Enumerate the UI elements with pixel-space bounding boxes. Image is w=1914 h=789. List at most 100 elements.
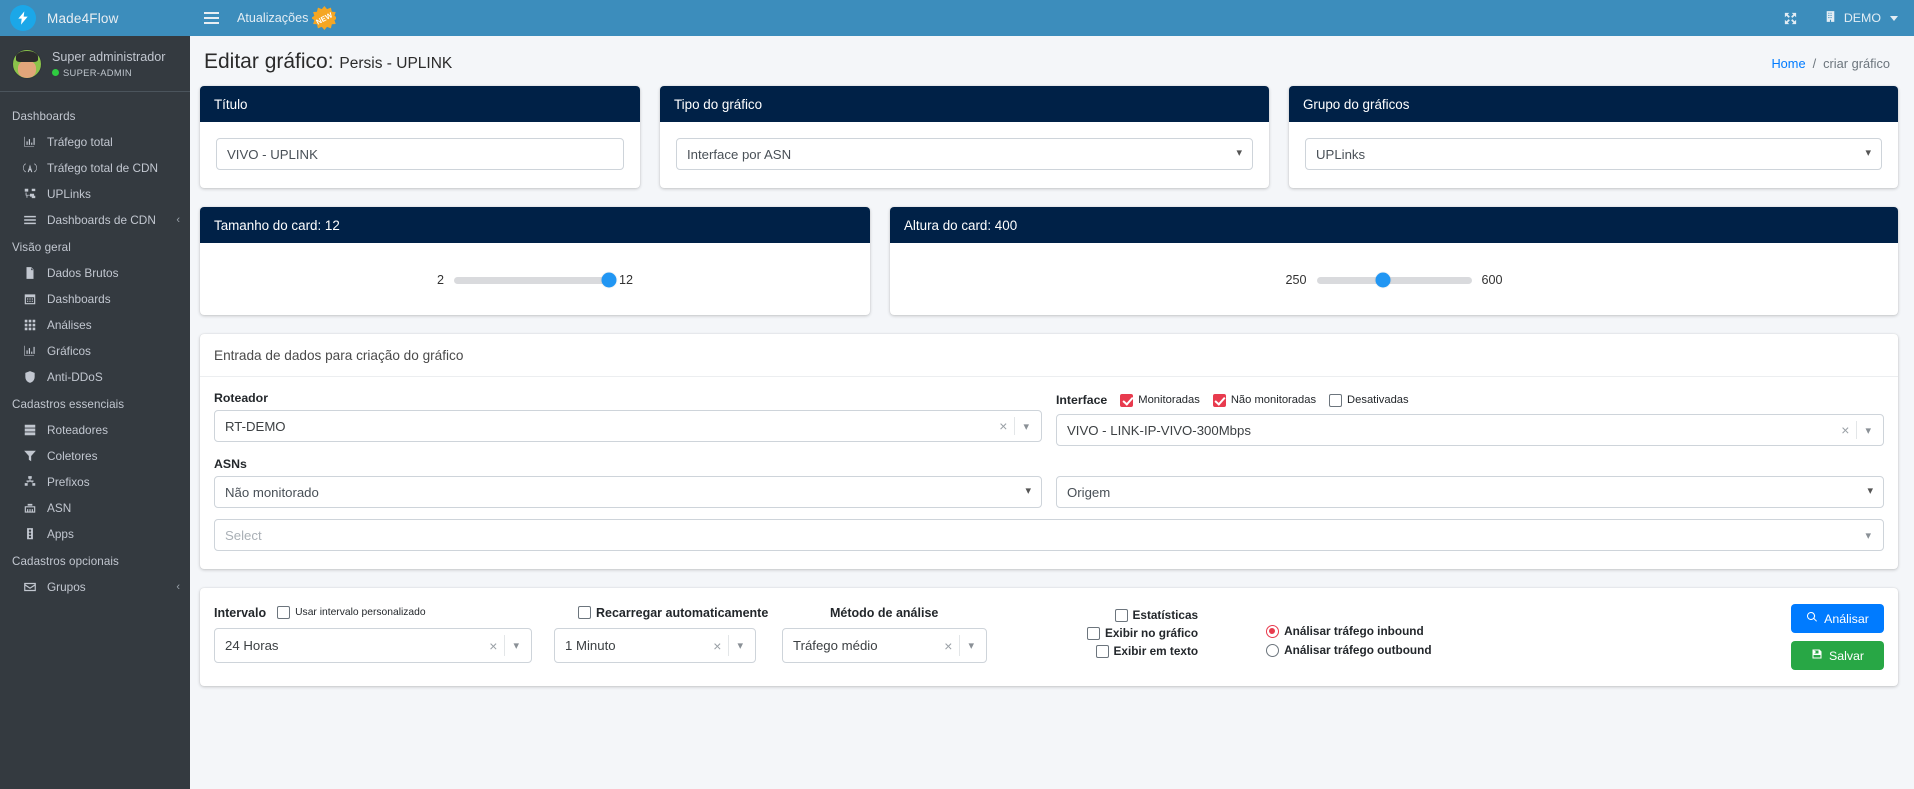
sidebar-item-uplinks[interactable]: UPLinks (0, 181, 190, 207)
chevron-left-icon[interactable]: ‹ (176, 581, 180, 593)
sidebar-item-roteadores[interactable]: Roteadores (0, 417, 190, 443)
altura-slider-knob[interactable] (1375, 272, 1391, 288)
chevron-left-icon[interactable]: ‹ (176, 214, 180, 226)
card-tamanho: Tamanho do card: 12 2 12 (200, 207, 870, 315)
lightning-logo-icon (10, 5, 36, 31)
analisar-label: Análisar (1824, 611, 1869, 626)
hamburger-icon[interactable] (204, 12, 219, 24)
asns-select[interactable]: Não monitorado (214, 476, 1042, 508)
data-entry-row-3: Select ▾ (214, 519, 1884, 551)
grupo-select[interactable]: UPLinks (1305, 138, 1882, 170)
sidebar-item-label: Tráfego total de CDN (47, 161, 159, 175)
clear-icon[interactable]: × (937, 639, 959, 653)
interface-check-nao-monitoradas[interactable]: Não monitoradas (1212, 393, 1316, 407)
page-header: Editar gráfico: Persis - UPLINK Home / c… (190, 36, 1914, 86)
origem-select[interactable]: Origem (1056, 476, 1884, 508)
metodo-select[interactable]: Tráfego médio × ▾ (782, 628, 987, 663)
breadcrumb: Home / criar gráfico (1771, 56, 1890, 71)
sidebar-item-dashboards-de-cdn[interactable]: Dashboards de CDN ‹ (0, 207, 190, 233)
bottom-toolbar: Intervalo Usar intervalo personalizado 2… (200, 588, 1898, 686)
breadcrumb-home[interactable]: Home (1771, 56, 1805, 71)
chevron-down-icon[interactable]: ▾ (1857, 529, 1875, 542)
chevron-down-icon[interactable]: ▾ (960, 639, 978, 652)
bar-chart-icon (22, 134, 38, 150)
interface-check-monitoradas[interactable]: Monitoradas (1120, 393, 1200, 407)
expand-arrows-icon[interactable] (1783, 11, 1798, 26)
checkbox-icon (277, 606, 291, 619)
sidebar-item-gr-ficos[interactable]: Gráficos (0, 338, 190, 364)
recarregar-checkbox[interactable]: Recarregar automaticamente (578, 606, 768, 620)
check-estatisticas[interactable]: Estatísticas (1114, 608, 1199, 622)
radio-outbound[interactable]: Análisar tráfego outbound (1266, 643, 1432, 657)
bottom-panel: Intervalo Usar intervalo personalizado 2… (200, 588, 1898, 686)
intervalo-label: Intervalo (214, 605, 267, 620)
asns-col: ASNs Não monitorado ▾ (214, 457, 1042, 508)
check-estatisticas-label: Estatísticas (1132, 608, 1199, 622)
clear-icon[interactable]: × (482, 639, 504, 653)
clear-icon[interactable]: × (706, 639, 728, 653)
intervalo-group: Intervalo Usar intervalo personalizado 2… (214, 604, 554, 663)
metodo-group: Método de análise Tráfego médio × ▾ (782, 604, 1007, 663)
status-dot-icon (52, 68, 59, 76)
user-role-label: SUPER-ADMIN (63, 66, 132, 78)
roteador-select[interactable]: RT-DEMO × ▾ (214, 410, 1042, 442)
titulo-input[interactable] (216, 138, 624, 170)
data-entry-title: Entrada de dados para criação do gráfico (200, 334, 1898, 377)
radio-inbound[interactable]: Análisar tráfego inbound (1266, 624, 1431, 638)
card-altura: Altura do card: 400 250 600 (890, 207, 1898, 315)
brand[interactable]: Made4Flow (0, 0, 190, 36)
sidebar-item-an-lises[interactable]: Análises (0, 312, 190, 338)
intervalo-custom-checkbox[interactable]: Usar intervalo personalizado (277, 606, 426, 619)
shield-icon (22, 369, 38, 385)
altura-slider-row: 250 600 (906, 259, 1882, 293)
sidebar-item-anti-ddos[interactable]: Anti-DDoS (0, 364, 190, 390)
sidebar-item-apps[interactable]: Apps (0, 521, 190, 547)
sidebar-item-asn[interactable]: ASN (0, 495, 190, 521)
interface-label-row: Interface Monitoradas Não monitoradas De… (1056, 391, 1884, 409)
sidebar-item-dados-brutos[interactable]: Dados Brutos (0, 260, 190, 286)
check-exibir-no-grafico[interactable]: Exibir no gráfico (1087, 626, 1198, 640)
recarregar-group: Recarregar automaticamente 1 Minuto × ▾ (554, 604, 782, 663)
salvar-button[interactable]: Salvar (1791, 641, 1884, 670)
topbar: Atualizações NEW DEMO (190, 0, 1914, 36)
user-panel[interactable]: Super administrador SUPER-ADMIN (0, 36, 190, 92)
chevron-down-icon[interactable]: ▾ (1015, 420, 1033, 433)
intervalo-select[interactable]: 24 Horas × ▾ (214, 628, 532, 663)
sidebar-item-dashboards[interactable]: Dashboards (0, 286, 190, 312)
chevron-down-icon[interactable]: ▾ (1857, 424, 1875, 437)
sidebar-item-prefixos[interactable]: Prefixos (0, 469, 190, 495)
sidebar: Made4Flow Super administrador SUPER-ADMI… (0, 0, 190, 789)
recarregar-select[interactable]: 1 Minuto × ▾ (554, 628, 756, 663)
list-icon (22, 212, 38, 228)
chevron-down-icon[interactable]: ▾ (505, 639, 523, 652)
select-multi[interactable]: Select ▾ (214, 519, 1884, 551)
sidebar-item-grupos[interactable]: Grupos ‹ (0, 574, 190, 600)
tamanho-slider-row: 2 12 (216, 259, 854, 293)
radio-icon (1266, 643, 1280, 657)
broadcast-icon (22, 160, 38, 176)
interface-select[interactable]: VIVO - LINK-IP-VIVO-300Mbps × ▾ (1056, 414, 1884, 446)
tamanho-slider-knob[interactable] (601, 272, 617, 288)
tamanho-slider-track[interactable] (454, 272, 617, 288)
select-multi-placeholder: Select (225, 527, 262, 543)
checkbox-icon (1329, 393, 1343, 407)
sidebar-item-coletores[interactable]: Coletores (0, 443, 190, 469)
analisar-button[interactable]: Análisar (1791, 604, 1884, 633)
radio-inbound-label: Análisar tráfego inbound (1284, 624, 1424, 638)
check-exibir-em-texto[interactable]: Exibir em texto (1095, 644, 1198, 658)
origem-select-wrap: Origem ▾ (1056, 476, 1884, 508)
company-selector[interactable]: DEMO (1824, 10, 1898, 26)
updates-label: Atualizações (237, 11, 309, 25)
altura-max-label: 600 (1481, 273, 1503, 287)
new-badge-icon: NEW (312, 6, 337, 30)
altura-slider-track[interactable] (1316, 272, 1472, 288)
chevron-down-icon[interactable]: ▾ (729, 639, 747, 652)
tipo-select[interactable]: Interface por ASN (676, 138, 1253, 170)
clear-icon[interactable]: × (992, 419, 1014, 433)
clear-icon[interactable]: × (1834, 423, 1856, 437)
interface-check-desativadas[interactable]: Desativadas (1329, 393, 1409, 407)
sidebar-item-tr-fego-total[interactable]: Tráfego total (0, 129, 190, 155)
brand-name: Made4Flow (47, 10, 119, 26)
sidebar-item-tr-fego-total-de-cdn[interactable]: Tráfego total de CDN (0, 155, 190, 181)
updates-link[interactable]: Atualizações NEW (237, 6, 337, 30)
